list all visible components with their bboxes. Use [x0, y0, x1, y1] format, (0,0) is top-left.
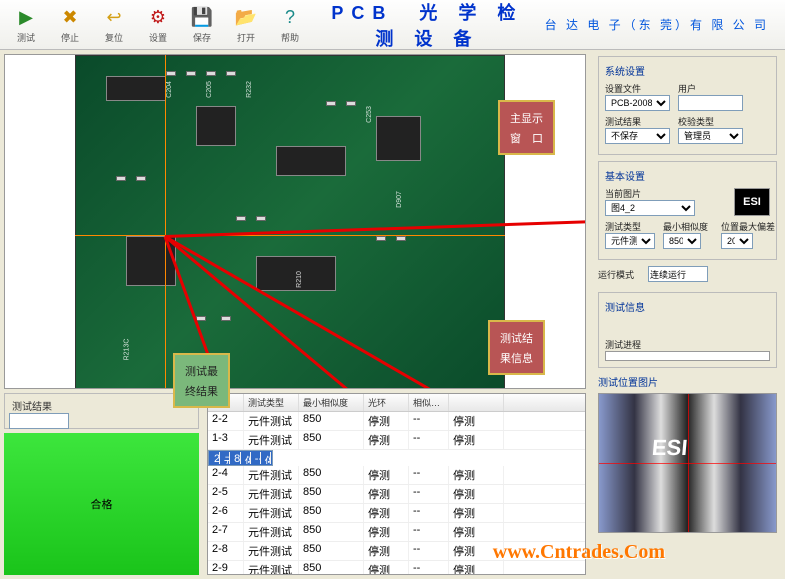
final-result-box: 合格 — [4, 433, 199, 575]
main-display-window[interactable]: C204 C205 R232 C253 R210 R213C D907 主显示 … — [4, 54, 586, 389]
toolbar-button-帮助[interactable]: ?帮助 — [270, 4, 310, 46]
toolbar-button-设置[interactable]: ⚙设置 — [138, 4, 178, 46]
保存-icon: 💾 — [190, 6, 214, 30]
test-result-select[interactable]: 不保存 — [605, 128, 670, 144]
callout-main-display: 主显示 窗 口 — [498, 100, 555, 155]
toolbar-button-打开[interactable]: 📂打开 — [226, 4, 266, 46]
table-row[interactable]: 2-6元件测试850停测--停测 — [208, 504, 585, 523]
test-info-group: 测试信息 测试进程 — [598, 292, 777, 368]
run-mode-row: 运行模式 — [598, 266, 777, 282]
result-panel: 测试结果 合格 — [4, 393, 199, 575]
帮助-icon: ? — [278, 6, 302, 30]
main-layout: C204 C205 R232 C253 R210 R213C D907 主显示 … — [0, 50, 785, 579]
toolbar-buttons: ▶测试✖停止↩复位⚙设置💾保存📂打开?帮助 — [6, 4, 310, 46]
table-row[interactable]: 2-4元件测试850停测--停测 — [208, 466, 585, 485]
thumbnail-image: ESI — [734, 188, 770, 216]
停止-icon: ✖ — [58, 6, 82, 30]
table-row[interactable]: 1-3元件测试850停测--停测 — [208, 431, 585, 450]
toolbar-button-测试[interactable]: ▶测试 — [6, 4, 46, 46]
column-header[interactable]: 光环 — [364, 394, 409, 411]
column-header[interactable]: 相似… — [409, 394, 449, 411]
crosshair-v — [165, 55, 166, 389]
system-settings-group: 系统设置 设置文件 PCB-20080-2- 用户 测试结果 不保存 校验类型 … — [598, 56, 777, 155]
table-row[interactable]: 2-2元件测试850停测--停测 — [208, 412, 585, 431]
app-title: PCB 光 学 检 测 设 备 — [316, 0, 539, 51]
current-image-select[interactable]: 图4_2 — [605, 200, 695, 216]
callout-final-result: 测试最 终结果 — [173, 353, 230, 408]
test-type-select[interactable]: 元件测试 — [605, 233, 655, 249]
设置-icon: ⚙ — [146, 6, 170, 30]
toolbar-button-停止[interactable]: ✖停止 — [50, 4, 90, 46]
toolbar-button-保存[interactable]: 💾保存 — [182, 4, 222, 46]
config-file-select[interactable]: PCB-20080-2- — [605, 95, 670, 111]
table-row[interactable]: 2-7元件测试850停测--停测 — [208, 523, 585, 542]
table-row[interactable]: 2-5元件测试850停测--停测 — [208, 485, 585, 504]
column-header[interactable]: 测试类型 — [244, 394, 299, 411]
复位-icon: ↩ — [102, 6, 126, 30]
check-type-select[interactable]: 管理员 — [678, 128, 743, 144]
min-sim-select[interactable]: 850 — [663, 233, 701, 249]
watermark: www.Cntrades.Com — [493, 541, 665, 564]
column-header[interactable]: 最小相似度 — [299, 394, 364, 411]
result-input[interactable] — [9, 413, 69, 429]
basic-settings-group: 基本设置 当前图片 图4_2 ESI 测试类型 元件测试 最小相似度 850 位… — [598, 161, 777, 260]
column-header[interactable] — [449, 394, 504, 411]
toolbar-button-复位[interactable]: ↩复位 — [94, 4, 134, 46]
pos-max-select[interactable]: 20 — [721, 233, 753, 249]
测试-icon: ▶ — [14, 6, 38, 30]
detail-image[interactable]: ESI — [598, 393, 777, 533]
progress-bar — [605, 351, 770, 361]
打开-icon: 📂 — [234, 6, 258, 30]
left-column: C204 C205 R232 C253 R210 R213C D907 主显示 … — [0, 50, 590, 579]
crosshair-h — [75, 235, 505, 236]
toolbar: ▶测试✖停止↩复位⚙设置💾保存📂打开?帮助 PCB 光 学 检 测 设 备 台 … — [0, 0, 785, 50]
run-mode-input[interactable] — [648, 266, 708, 282]
company-label: 台 达 电 子（东 莞）有 限 公 司 — [545, 16, 769, 33]
table-header: 序号测试类型最小相似度光环相似… — [208, 394, 585, 412]
callout-result-info: 测试结 果信息 — [488, 320, 545, 375]
table-row[interactable]: 2-3元件测试850停测--停测 — [208, 450, 273, 466]
user-input[interactable] — [678, 95, 743, 111]
right-column: 系统设置 设置文件 PCB-20080-2- 用户 测试结果 不保存 校验类型 … — [590, 50, 785, 579]
detail-image-group: 测试位置图片 ESI — [598, 374, 777, 533]
result-field: 测试结果 — [4, 393, 199, 429]
